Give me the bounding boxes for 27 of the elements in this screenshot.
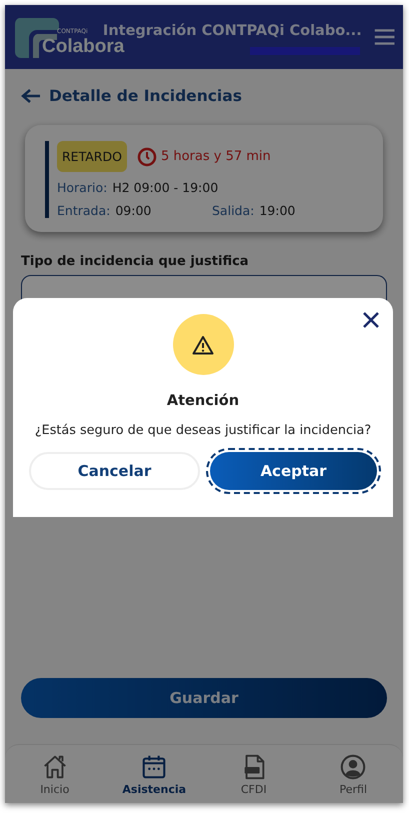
close-icon[interactable]: [363, 312, 379, 328]
menu-icon[interactable]: [374, 27, 395, 47]
nav-item[interactable]: CFDI: [204, 745, 304, 803]
save-button[interactable]: Guardar: [21, 678, 387, 718]
warning-icon: [192, 334, 214, 354]
schedule-label: Horario:: [57, 180, 108, 195]
back-arrow-icon[interactable]: [21, 88, 41, 104]
nav-item[interactable]: Perfil: [304, 745, 403, 803]
entry-label: Entrada:: [57, 203, 110, 218]
field-label: Tipo de incidencia que justifica: [21, 254, 250, 269]
accept-button[interactable]: Aceptar: [210, 452, 377, 490]
entry-value: 09:00: [115, 203, 152, 218]
dialog-title: Atención: [166, 393, 240, 409]
schedule-value: H2 09:00 - 19:00: [112, 180, 218, 195]
profile-icon: [339, 752, 368, 780]
exit-label: Salida:: [212, 203, 254, 218]
duration-text: 5 horas y 57 min: [160, 149, 271, 164]
clock-icon: [136, 146, 157, 166]
nav-item[interactable]: Asistencia: [104, 745, 204, 803]
page-title: Detalle de Incidencias: [49, 87, 242, 105]
app-title: Integración CONTPAQi Colabo...: [102, 23, 362, 39]
dialog-message: ¿Estás seguro de que deseas justificar la incidencia?: [34, 423, 372, 438]
nav-item[interactable]: Inicio: [5, 745, 104, 803]
exit-value: 19:00: [259, 203, 296, 218]
status-badge: RETARDO: [57, 141, 127, 172]
cancel-button[interactable]: Cancelar: [29, 452, 200, 490]
logo-name: Colabora: [42, 36, 124, 58]
